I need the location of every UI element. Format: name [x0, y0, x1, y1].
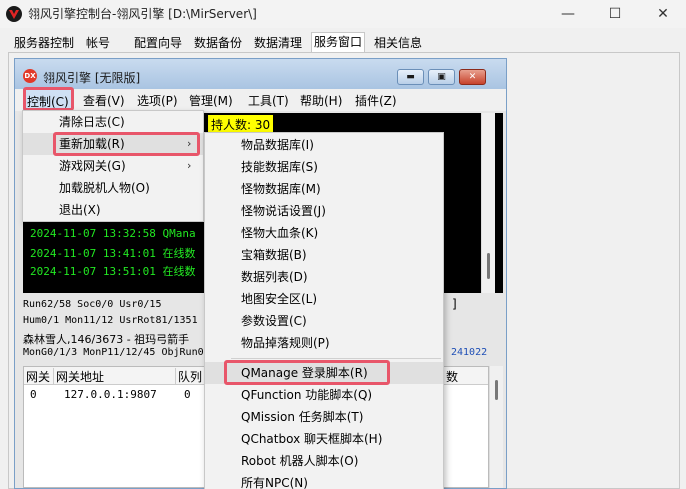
menu-item-item-db[interactable]: 物品数据库(I): [205, 134, 443, 156]
status-hum-stats: Hum0/1 Mon11/12 UsrRot81/1351 I: [23, 315, 210, 326]
menu-item-label: 怪物大血条(K): [241, 226, 319, 240]
menu-item-label: 物品掉落规则(P): [241, 336, 330, 350]
engine-window-title: 翎风引擎 [无限版]: [43, 71, 141, 85]
menu-item-qchatbox[interactable]: QChatbox 聊天框脚本(H): [205, 428, 443, 450]
console-scrollbar-thumb[interactable]: [487, 253, 490, 279]
tab-data-backup[interactable]: 数据备份: [192, 34, 244, 52]
menu-item-label: QFunction 功能脚本(Q): [241, 388, 373, 402]
menu-item-qfunction[interactable]: QFunction 功能脚本(Q): [205, 384, 443, 406]
tab-account[interactable]: 帐号: [84, 34, 112, 52]
menu-item-params[interactable]: 参数设置(C): [205, 310, 443, 332]
menu-options[interactable]: 选项(P): [137, 92, 178, 109]
status-mon-stats: MonG0/1/3 MonP11/12/45 ObjRun0: [23, 347, 204, 358]
app-logo-icon: [6, 6, 22, 22]
tab-config-wizard[interactable]: 配置向导: [132, 34, 184, 52]
menu-help[interactable]: 帮助(H): [300, 92, 342, 109]
column-header-gate-address[interactable]: 网关地址: [54, 368, 176, 384]
menu-item-monster-hpbar[interactable]: 怪物大血条(K): [205, 222, 443, 244]
online-count-label: 持人数: 30: [208, 115, 274, 133]
tab-service-window[interactable]: 服务窗口: [311, 32, 366, 53]
menu-item-label: 地图安全区(L): [241, 292, 318, 306]
menu-item-label: 游戏网关(G): [59, 159, 126, 173]
menu-item-label: 技能数据库(S): [241, 160, 318, 174]
menu-item-monster-db[interactable]: 怪物数据库(M): [205, 178, 443, 200]
log-line: 2024-11-07 13:32:58 QMana: [30, 227, 196, 240]
engine-menubar: 控制(C) 查看(V) 选项(P) 管理(M) 工具(T) 帮助(H) 插件(Z…: [15, 89, 506, 111]
chevron-right-icon: ›: [187, 137, 192, 150]
tab-related-info[interactable]: 相关信息: [372, 34, 424, 52]
menu-item-label: 重新加载(R): [59, 137, 125, 151]
table-cell: 0: [184, 388, 191, 401]
menu-plugins[interactable]: 插件(Z): [355, 92, 397, 109]
menu-item-label: 参数设置(C): [241, 314, 307, 328]
chevron-right-icon: ›: [187, 159, 192, 172]
menu-item-label: 退出(X): [59, 203, 101, 217]
table-cell: 127.0.0.1:9807: [64, 388, 157, 401]
reload-submenu: 物品数据库(I) 技能数据库(S) 怪物数据库(M) 怪物说话设置(J) 怪物大…: [204, 132, 444, 489]
window-titlebar: 翎风引擎控制台-翎风引擎 [D:\MirServer\] — ☐ ✕: [0, 0, 686, 28]
console-scrollbar[interactable]: [481, 113, 495, 293]
window-title: 翎风引擎控制台-翎风引擎 [D:\MirServer\]: [28, 7, 257, 21]
menu-item-qmission[interactable]: QMission 任务脚本(T): [205, 406, 443, 428]
table-scrollbar[interactable]: [489, 366, 503, 488]
menu-item-data-list[interactable]: 数据列表(D): [205, 266, 443, 288]
menu-item-label: QManage 登录脚本(R): [241, 366, 368, 380]
menu-item-map-safezone[interactable]: 地图安全区(L): [205, 288, 443, 310]
engine-window-titlebar: DX 翎风引擎 [无限版] ▬ ▣ ✕: [15, 59, 506, 89]
menu-item-label: Robot 机器人脚本(O): [241, 454, 359, 468]
menu-manage[interactable]: 管理(M): [189, 92, 233, 109]
engine-logo-icon: DX: [23, 69, 37, 83]
menu-item-label: 怪物说话设置(J): [241, 204, 326, 218]
column-header-count[interactable]: 数: [444, 368, 490, 384]
version-text: 241022: [451, 347, 488, 358]
maximize-button[interactable]: ☐: [592, 0, 638, 28]
menu-view[interactable]: 查看(V): [83, 92, 125, 109]
menu-item-exit[interactable]: 退出(X): [23, 199, 203, 221]
table-scrollbar-thumb[interactable]: [495, 380, 498, 400]
tab-server-control[interactable]: 服务器控制: [12, 34, 76, 52]
menu-item-label: QChatbox 聊天框脚本(H): [241, 432, 383, 446]
menu-item-robot[interactable]: Robot 机器人脚本(O): [205, 450, 443, 472]
menu-item-all-npc[interactable]: 所有NPC(N): [205, 472, 443, 489]
menu-item-label: 加载脱机人物(O): [59, 181, 150, 195]
table-cell: 0: [30, 388, 37, 401]
close-button[interactable]: ✕: [640, 0, 686, 28]
menu-item-label: 宝箱数据(B): [241, 248, 307, 262]
menu-item-monster-speech[interactable]: 怪物说话设置(J): [205, 200, 443, 222]
main-tabbar: 服务器控制 帐号 配置向导 数据备份 数据清理 服务窗口 相关信息: [0, 32, 686, 53]
menu-item-label: 数据列表(D): [241, 270, 308, 284]
menu-item-game-gateway[interactable]: 游戏网关(G) ›: [23, 155, 203, 177]
menu-item-label: QMission 任务脚本(T): [241, 410, 364, 424]
menu-control[interactable]: 控制(C): [23, 89, 73, 111]
menu-item-clear-log[interactable]: 清除日志(C): [23, 111, 203, 133]
column-header-gate[interactable]: 网关: [24, 368, 54, 384]
status-run-stats: Run62/58 Soc0/0 Usr0/15: [23, 299, 162, 310]
menu-item-skill-db[interactable]: 技能数据库(S): [205, 156, 443, 178]
menu-item-chest-data[interactable]: 宝箱数据(B): [205, 244, 443, 266]
control-menu: 清除日志(C) 重新加载(R) › 游戏网关(G) › 加载脱机人物(O) 退出…: [22, 110, 204, 222]
minimize-button[interactable]: —: [545, 0, 591, 28]
menu-tools[interactable]: 工具(T): [248, 92, 289, 109]
menu-item-load-offline-char[interactable]: 加载脱机人物(O): [23, 177, 203, 199]
menu-item-qmanage[interactable]: QManage 登录脚本(R): [205, 362, 443, 384]
status-monster-info: 森林雪人,146/3673 - 祖玛弓箭手: [23, 333, 190, 346]
tab-data-cleanup[interactable]: 数据清理: [252, 34, 304, 52]
engine-restore-button[interactable]: ▣: [428, 69, 455, 85]
menu-item-label: 所有NPC(N): [241, 476, 308, 489]
log-line: 2024-11-07 13:41:01 在线数: [30, 247, 196, 260]
status-bracket: ]: [452, 297, 457, 311]
menu-item-reload[interactable]: 重新加载(R) ›: [23, 133, 203, 155]
menu-separator: [231, 358, 441, 359]
engine-close-button[interactable]: ✕: [459, 69, 486, 85]
menu-item-drop-rules[interactable]: 物品掉落规则(P): [205, 332, 443, 354]
menu-item-label: 怪物数据库(M): [241, 182, 321, 196]
log-line: 2024-11-07 13:51:01 在线数: [30, 265, 196, 278]
menu-item-label: 物品数据库(I): [241, 138, 314, 152]
menu-item-label: 清除日志(C): [59, 115, 125, 129]
engine-minimize-button[interactable]: ▬: [397, 69, 424, 85]
